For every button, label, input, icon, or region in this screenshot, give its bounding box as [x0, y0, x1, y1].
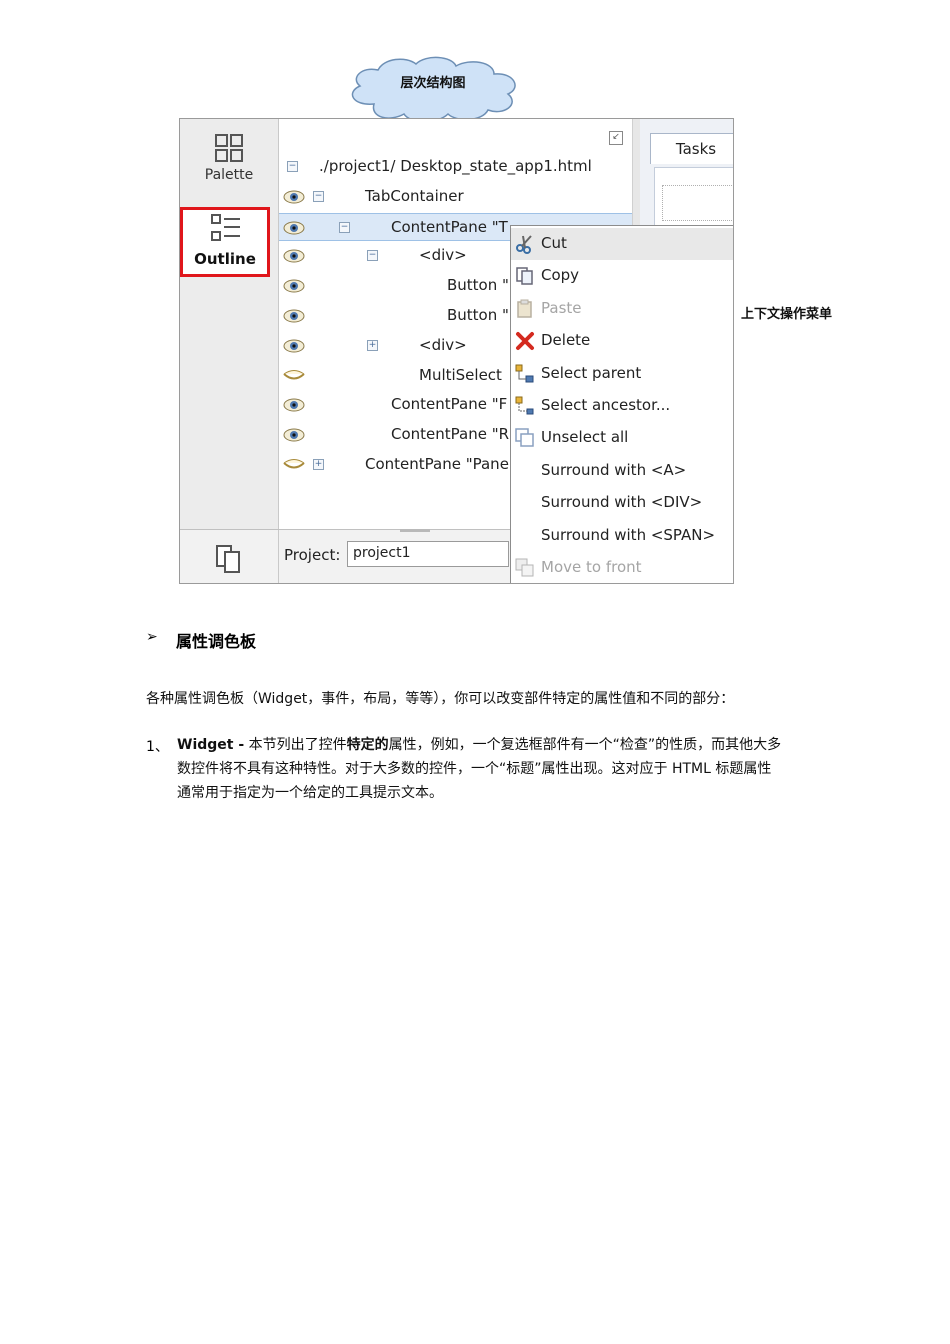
menu-item-label: Paste	[541, 298, 582, 317]
tree-node-label: ContentPane "Pane	[365, 455, 509, 473]
eye-icon[interactable]	[283, 397, 305, 412]
tree-node-label: <div>	[419, 335, 467, 354]
section-heading: 属性调色板	[176, 632, 257, 651]
menu-item-label: Select parent	[541, 363, 642, 382]
menu-item-surround-with-a[interactable]: Surround with <A>	[511, 455, 733, 487]
context-menu: Cut Copy Paste Delete Select parent Select an…	[510, 225, 733, 583]
palette-icon	[215, 134, 243, 162]
outline-icon	[211, 214, 241, 246]
menu-item-copy[interactable]: Copy	[511, 260, 733, 292]
tree-node-label: ContentPane "R	[391, 425, 510, 444]
collapse-icon[interactable]: −	[287, 161, 298, 172]
menu-item-label: Surround with <DIV>	[541, 493, 703, 512]
palette-label: Palette	[204, 167, 254, 183]
item-line-3: 通常用于指定为一个给定的工具提示文本。	[177, 785, 443, 801]
tree-node-label: ContentPane "T	[391, 217, 508, 236]
menu-item-label: Move to front	[541, 558, 642, 576]
cloud-title: 层次结构图	[400, 76, 466, 91]
eye-icon[interactable]	[283, 308, 305, 323]
eye-closed-icon[interactable]	[283, 368, 305, 382]
tree-row[interactable]: − ./project1/ Desktop_state_app1.html	[279, 153, 632, 181]
maximize-icon[interactable]: ↙	[609, 131, 623, 145]
unselect-icon	[515, 428, 535, 448]
menu-item-delete[interactable]: Delete	[511, 325, 733, 357]
paste-icon	[515, 299, 535, 319]
list-number: 1、	[146, 739, 169, 755]
menu-item-label: Unselect all	[541, 428, 629, 447]
expand-icon[interactable]: +	[313, 459, 324, 470]
item-line-2: 数控件将不具有这种特性。对于大多数的控件，一个“标题”属性出现。这对应于 HTM…	[177, 761, 772, 777]
menu-item-label: Copy	[541, 266, 580, 285]
menu-item-label: Select ancestor...	[541, 396, 671, 414]
files-tab	[180, 530, 279, 583]
eye-icon[interactable]	[283, 427, 305, 442]
tree-ancestor-icon	[515, 396, 535, 416]
item-term: Widget -	[177, 737, 245, 753]
intro-paragraph: 各种属性调色板（Widget，事件，布局，等等），你可以改变部件特定的属性值和不…	[146, 691, 735, 707]
tree-node-label: <div>	[419, 246, 467, 265]
cloud-callout: 层次结构图	[344, 56, 522, 123]
tasks-placeholder	[662, 185, 733, 221]
palette-tab[interactable]: Palette	[180, 133, 278, 183]
menu-item-surround-with-div[interactable]: Surround with <DIV>	[511, 487, 733, 519]
tree-node-label: ContentPane "F	[391, 395, 508, 414]
list-item-widget: Widget - 本节列出了控件特定的属性，例如，一个复选框部件有一个“检查”的…	[177, 733, 817, 805]
item-bold: 特定的	[346, 737, 389, 753]
collapse-icon[interactable]: −	[313, 190, 324, 202]
project-select[interactable]: project1	[347, 541, 509, 567]
eye-closed-icon[interactable]	[283, 457, 305, 471]
menu-item-label: Delete	[541, 331, 591, 350]
project-label: Project:	[284, 546, 341, 564]
tree-parent-icon	[515, 364, 535, 384]
copy-icon	[515, 266, 535, 286]
move-front-icon	[515, 558, 535, 578]
menu-item-surround-with-span[interactable]: Surround with <SPAN>	[511, 520, 733, 552]
side-toolbar: Palette Outline	[180, 119, 279, 529]
tree-node-label: TabContainer	[365, 186, 464, 205]
outline-label: Outline	[194, 250, 256, 268]
item-text-b: 属性，例如，一个复选框部件有一个“检查”的性质，而其他大多	[388, 737, 782, 753]
outline-tab[interactable]: Outline	[180, 207, 270, 277]
eye-icon[interactable]	[283, 220, 305, 235]
splitter-handle[interactable]	[400, 529, 430, 532]
menu-item-label: Surround with <SPAN>	[541, 525, 716, 544]
eye-icon[interactable]	[283, 189, 305, 204]
menu-item-select-ancestor[interactable]: Select ancestor...	[511, 390, 733, 422]
bullet-marker: ➢	[146, 629, 158, 645]
eye-icon[interactable]	[283, 278, 305, 293]
ide-screenshot: Palette Outline ↙ − ./project1/ Desktop_s…	[179, 118, 734, 584]
eye-icon[interactable]	[283, 338, 305, 353]
scissors-icon	[515, 234, 535, 254]
collapse-icon[interactable]: −	[339, 221, 350, 233]
item-text-a: 本节列出了控件	[248, 737, 347, 753]
menu-item-label: Cut	[541, 234, 567, 252]
collapse-icon[interactable]: −	[367, 250, 378, 262]
tree-node-label: ./project1/ Desktop_state_app1.html	[319, 157, 592, 175]
menu-item-move-to-front[interactable]: Move to front	[511, 552, 733, 583]
menu-item-label: Surround with <A>	[541, 460, 687, 479]
eye-icon[interactable]	[283, 248, 305, 263]
tree-row[interactable]: − TabContainer	[279, 183, 632, 211]
tree-node-label: MultiSelect	[419, 365, 502, 384]
menu-item-cut[interactable]: Cut	[511, 228, 733, 260]
tree-node-label: Button "	[447, 306, 509, 324]
context-menu-caption: 上下文操作菜单	[741, 307, 833, 322]
menu-item-paste[interactable]: Paste	[511, 293, 733, 325]
menu-item-select-parent[interactable]: Select parent	[511, 358, 733, 390]
menu-item-unselect-all[interactable]: Unselect all	[511, 422, 733, 454]
expand-icon[interactable]: +	[367, 339, 378, 351]
tasks-tab[interactable]: Tasks	[650, 133, 733, 164]
tree-node-label: Button "	[447, 276, 509, 295]
delete-x-icon	[515, 331, 535, 351]
